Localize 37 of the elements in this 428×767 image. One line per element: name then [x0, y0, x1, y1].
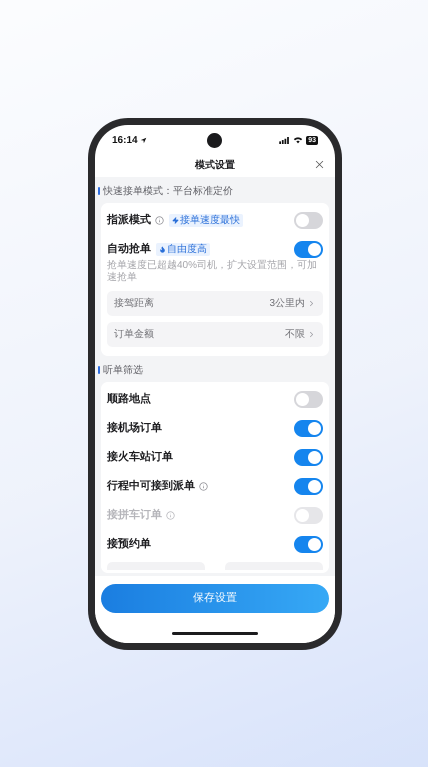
- status-time: 16:14: [112, 134, 138, 148]
- location-arrow-icon: [140, 136, 147, 144]
- save-button[interactable]: 保存设置: [101, 584, 329, 613]
- option-row[interactable]: 订单金额 不限: [107, 322, 323, 347]
- feature-tag: 接单速度最快: [169, 214, 243, 227]
- setting-label: 顺路地点: [107, 392, 151, 408]
- setting-label: 接预约单: [107, 536, 151, 552]
- setting-label: 接机场订单: [107, 420, 162, 436]
- section-marker: [98, 366, 100, 374]
- toggle-switch[interactable]: [294, 478, 323, 495]
- toggle-switch[interactable]: [294, 391, 323, 408]
- toggle-switch[interactable]: [294, 536, 323, 553]
- lightning-icon: [172, 217, 179, 224]
- section-title: 听单筛选: [103, 364, 143, 378]
- setting-label: 自动抢单: [107, 242, 151, 258]
- page-title: 模式设置: [195, 158, 235, 172]
- chevron-right-icon: [307, 330, 316, 339]
- section-marker: [98, 187, 100, 195]
- wifi-icon: [293, 136, 304, 144]
- setting-label: 行程中可接到派单: [107, 478, 195, 494]
- setting-label: 接火车站订单: [107, 450, 173, 466]
- signal-icon: [279, 136, 290, 144]
- hint-text: 抢单速度已超越40%司机，扩大设置范围，可加速抢单: [107, 260, 318, 284]
- flame-icon: [159, 246, 166, 253]
- option-row[interactable]: 接驾距离 3公里内: [107, 291, 323, 316]
- setting-label: 接拼车订单: [107, 508, 162, 524]
- section-title: 快速接单模式：平台标准定价: [103, 184, 233, 198]
- close-icon[interactable]: [313, 158, 326, 171]
- toggle-switch[interactable]: [294, 212, 323, 229]
- toggle-switch[interactable]: [294, 449, 323, 466]
- info-icon[interactable]: [199, 482, 208, 491]
- info-icon[interactable]: [155, 216, 164, 225]
- feature-tag: 自由度高: [156, 243, 210, 256]
- toggle-switch[interactable]: [294, 241, 323, 258]
- toggle-switch[interactable]: [294, 420, 323, 437]
- chevron-right-icon: [307, 299, 316, 308]
- setting-label: 指派模式: [107, 212, 151, 228]
